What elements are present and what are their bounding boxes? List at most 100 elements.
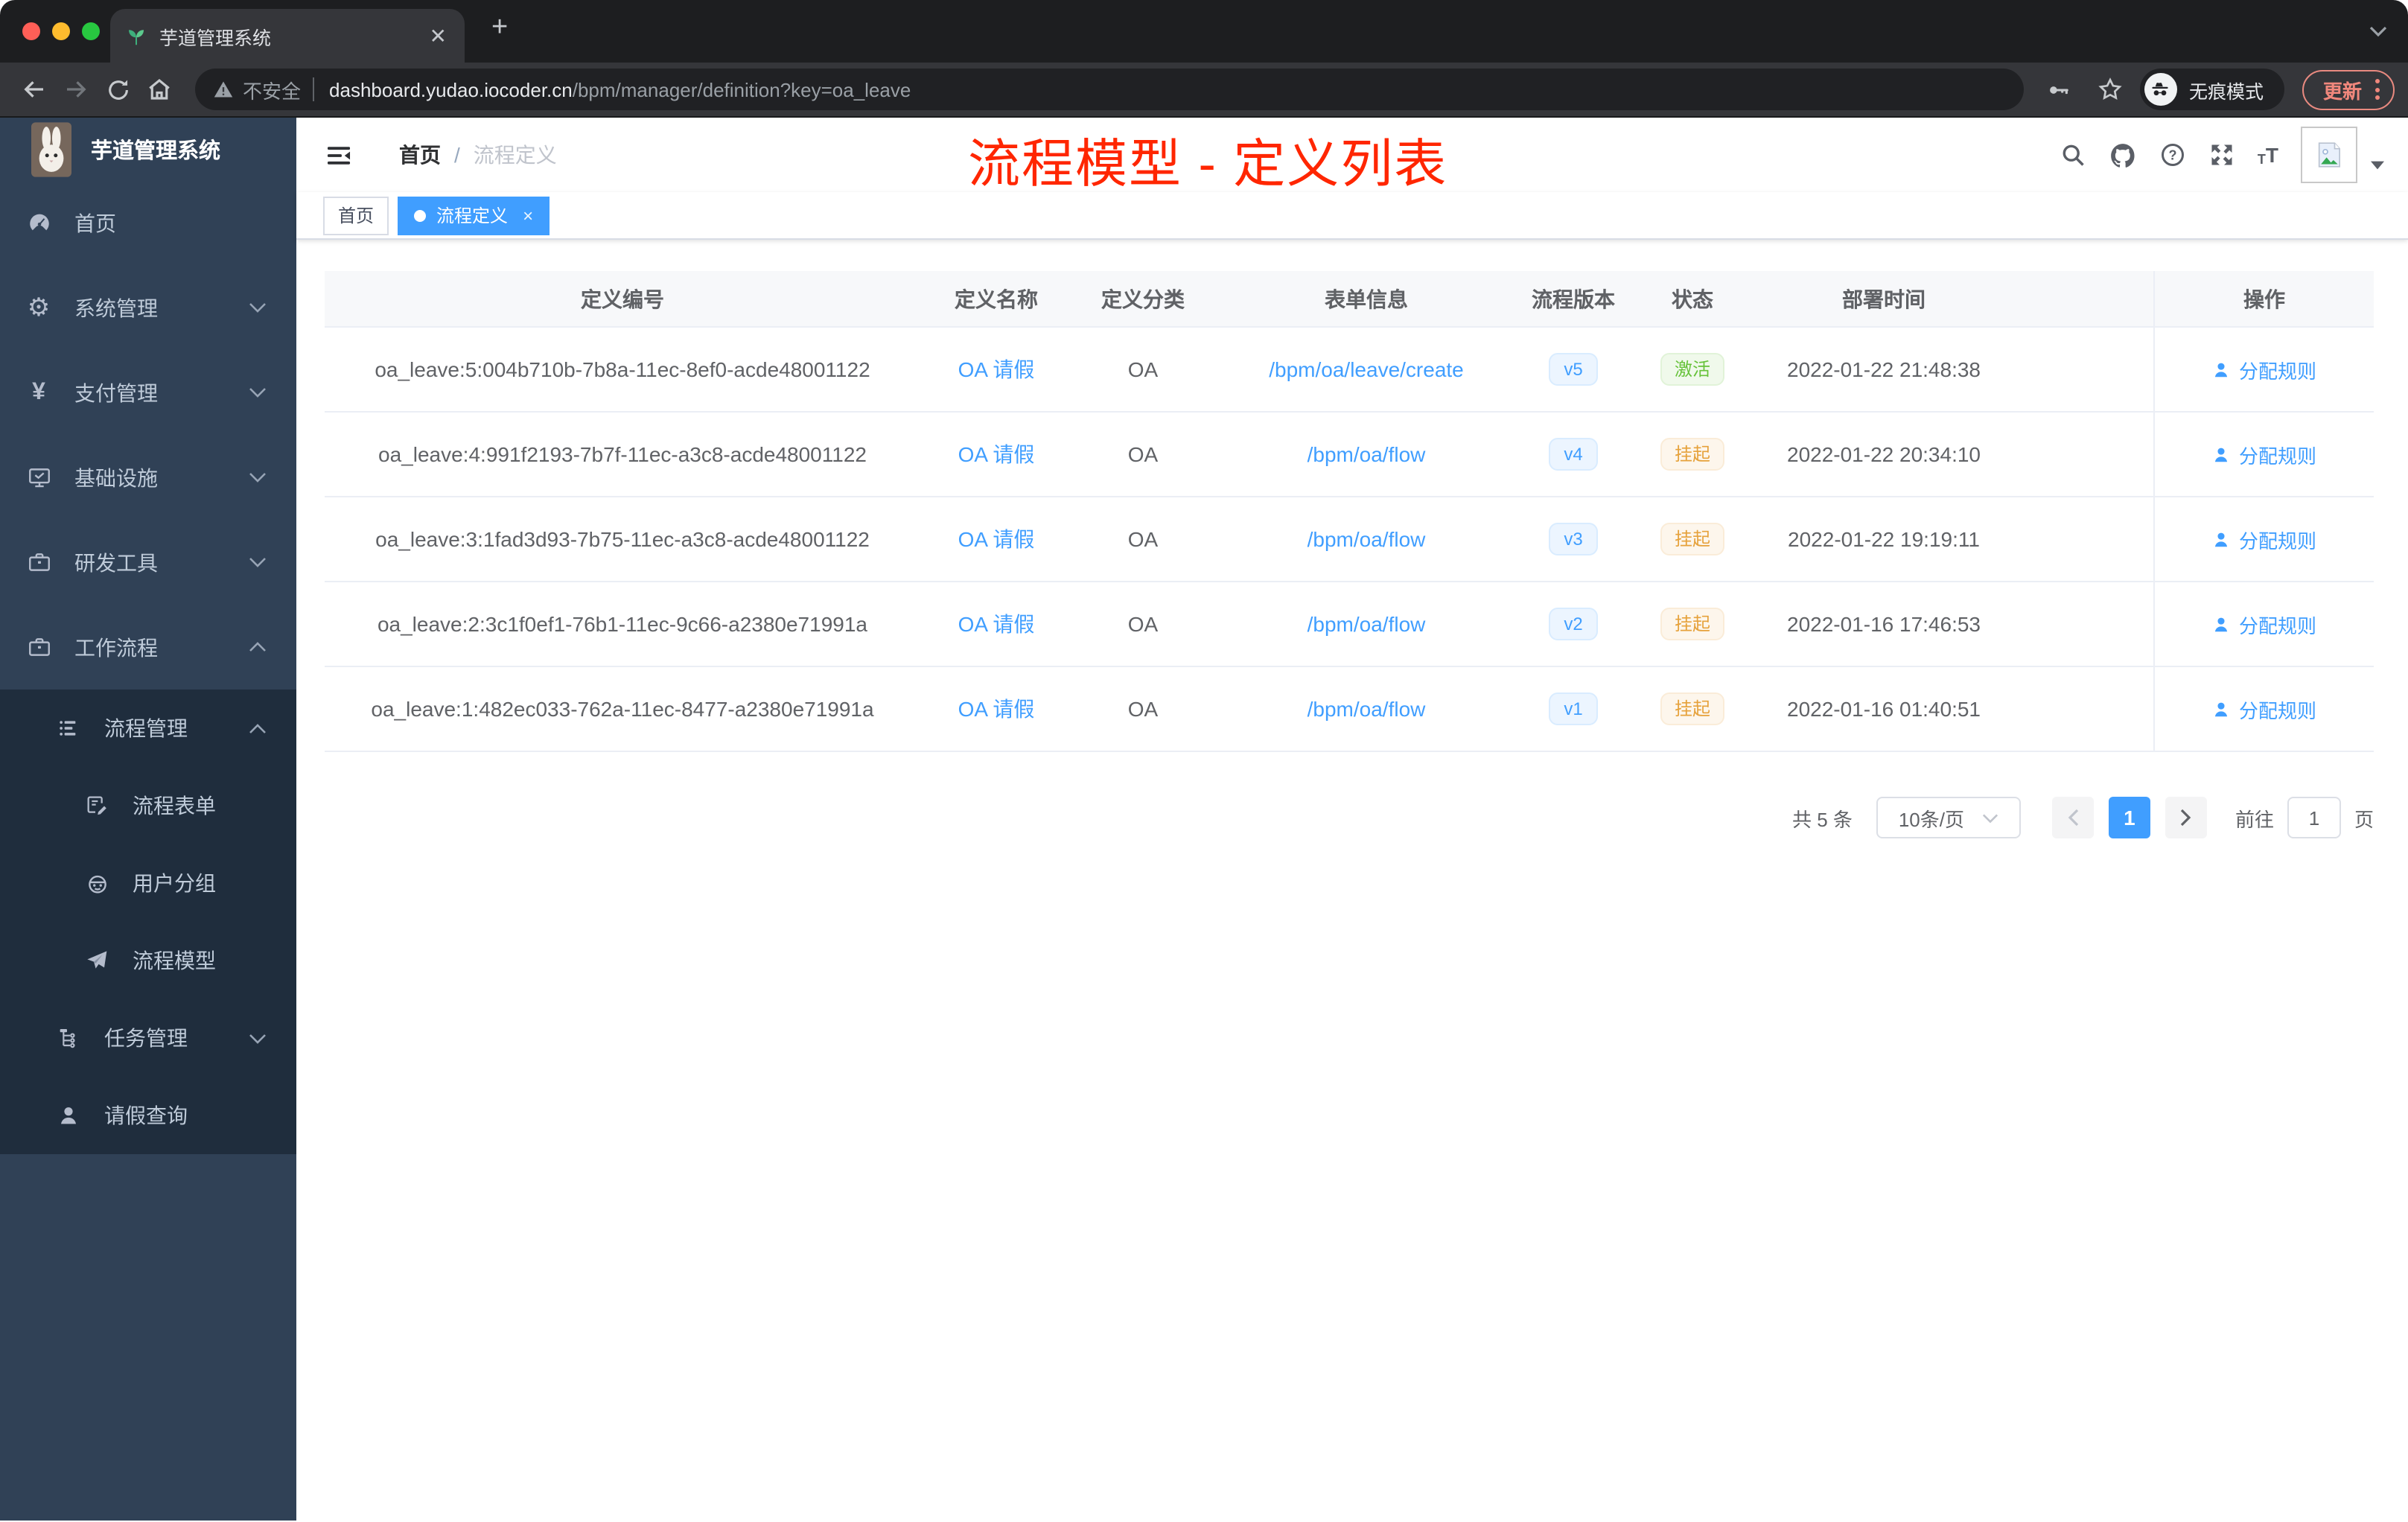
cell-id: oa_leave:4:991f2193-7b7f-11ec-a3c8-acde4… — [325, 413, 920, 496]
font-size-icon[interactable]: TT — [2258, 143, 2278, 167]
tree-icon — [54, 1026, 83, 1050]
definition-name-link[interactable]: OA 请假 — [958, 694, 1035, 724]
definition-name-link[interactable]: OA 请假 — [958, 524, 1035, 554]
browser-tab[interactable]: 芋道管理系统 ✕ — [110, 9, 465, 63]
table-row: oa_leave:4:991f2193-7b7f-11ec-a3c8-acde4… — [325, 413, 2374, 497]
sidebar-collapse-icon[interactable] — [325, 141, 353, 169]
sidebar-item-process-management[interactable]: 流程管理 — [0, 690, 296, 767]
column-header-name: 定义名称 — [955, 287, 1038, 311]
sidebar-item-process-form[interactable]: 流程表单 — [0, 767, 296, 844]
user-icon — [2212, 529, 2232, 549]
form-link[interactable]: /bpm/oa/leave/create — [1269, 357, 1464, 381]
page-size-select[interactable]: 10条/页 — [1876, 797, 2021, 838]
chevron-up-icon — [249, 642, 267, 652]
tag-close-icon[interactable]: × — [523, 205, 533, 226]
action-label: 分配规则 — [2238, 614, 2316, 637]
user-icon — [2212, 445, 2232, 464]
avatar-dropdown-caret-icon[interactable] — [2371, 161, 2384, 170]
status-tag: 激活 — [1660, 353, 1724, 386]
password-key-icon[interactable] — [2039, 69, 2080, 110]
form-link[interactable]: /bpm/oa/flow — [1307, 442, 1426, 466]
reload-icon[interactable] — [97, 69, 138, 110]
form-link[interactable]: /bpm/oa/flow — [1307, 527, 1426, 551]
status-tag: 挂起 — [1660, 608, 1724, 640]
tag-home[interactable]: 首页 — [323, 196, 389, 235]
form-link[interactable]: /bpm/oa/flow — [1307, 697, 1426, 721]
action-label: 分配规则 — [2238, 360, 2316, 382]
sidebar-item-workflow[interactable]: 工作流程 — [0, 605, 296, 690]
cell-version: v5 — [1519, 328, 1628, 411]
sidebar-item-system-management[interactable]: ⚙ 系统管理 — [0, 265, 296, 350]
definition-category: OA — [1127, 527, 1159, 551]
forward-icon[interactable] — [55, 69, 97, 110]
table-row: oa_leave:5:004b710b-7b8a-11ec-8ef0-acde4… — [325, 328, 2374, 413]
broken-image-icon — [2314, 140, 2344, 170]
fullscreen-icon[interactable] — [2208, 141, 2235, 168]
cell-form: /bpm/oa/leave/create — [1214, 328, 1519, 411]
back-icon[interactable] — [13, 69, 55, 110]
sidebar-item-label: 支付管理 — [74, 380, 158, 404]
cell-category: OA — [1072, 413, 1214, 496]
definition-name-link[interactable]: OA 请假 — [958, 609, 1035, 639]
url-bar[interactable]: 不安全 dashboard.yudao.iocoder.cn /bpm/mana… — [195, 69, 2024, 110]
form-link[interactable]: /bpm/oa/flow — [1307, 612, 1426, 636]
column-header-spacer — [2010, 271, 2153, 326]
bookmark-star-icon[interactable] — [2089, 69, 2131, 110]
definition-category: OA — [1127, 357, 1159, 381]
minimize-window-button[interactable] — [52, 22, 70, 40]
current-page-button[interactable]: 1 — [2108, 797, 2150, 838]
sidebar-item-payment-management[interactable]: ¥ 支付管理 — [0, 350, 296, 435]
cell-spacer — [2010, 413, 2153, 496]
cell-status: 挂起 — [1628, 667, 1757, 751]
tag-process-definition[interactable]: 流程定义 × — [398, 196, 550, 235]
sidebar-item-leave-query[interactable]: 请假查询 — [0, 1077, 296, 1154]
cell-spacer — [2010, 497, 2153, 581]
sidebar-item-process-model[interactable]: 流程模型 — [0, 922, 296, 999]
assign-rules-link[interactable]: 分配规则 — [2212, 695, 2316, 723]
assign-rules-link[interactable]: 分配规则 — [2212, 525, 2316, 553]
home-icon[interactable] — [138, 69, 180, 110]
new-tab-button[interactable]: + — [491, 12, 508, 45]
gear-icon: ⚙ — [27, 293, 51, 322]
definition-name-link[interactable]: OA 请假 — [958, 354, 1035, 384]
sidebar-item-home[interactable]: 首页 — [0, 180, 296, 265]
sidebar-item-dev-tools[interactable]: 研发工具 — [0, 520, 296, 605]
search-icon[interactable] — [2060, 141, 2086, 168]
browser-menu-dots-icon[interactable] — [2375, 79, 2380, 100]
sidebar-logo-row[interactable]: 芋道管理系统 — [0, 118, 296, 180]
definition-name-link[interactable]: OA 请假 — [958, 439, 1035, 469]
column-header-version: 流程版本 — [1532, 287, 1615, 311]
security-label[interactable]: 不安全 — [243, 75, 301, 104]
tab-search-chevron-icon[interactable] — [2369, 25, 2387, 37]
cell-time: 2022-01-22 21:48:38 — [1757, 328, 2010, 411]
browser-update-button[interactable]: 更新 — [2302, 69, 2395, 109]
next-page-button[interactable] — [2165, 797, 2207, 838]
assign-rules-link[interactable]: 分配规则 — [2212, 610, 2316, 638]
pagination-goto: 前往 页 — [2235, 797, 2374, 838]
sidebar-item-infrastructure[interactable]: 基础设施 — [0, 435, 296, 520]
breadcrumb-separator: / — [454, 143, 460, 167]
breadcrumb-home[interactable]: 首页 — [399, 140, 441, 170]
sidebar-item-user-group[interactable]: 用户分组 — [0, 844, 296, 922]
tab-close-icon[interactable]: ✕ — [427, 25, 450, 46]
help-icon[interactable]: ? — [2159, 141, 2186, 168]
cell-name: OA 请假 — [920, 497, 1072, 581]
assign-rules-link[interactable]: 分配规则 — [2212, 440, 2316, 468]
sidebar-item-task-management[interactable]: 任务管理 — [0, 999, 296, 1077]
zoom-window-button[interactable] — [82, 22, 100, 40]
window-controls — [22, 22, 100, 40]
goto-page-input[interactable] — [2287, 797, 2341, 838]
sidebar-item-label: 流程表单 — [133, 794, 216, 818]
user-avatar[interactable] — [2301, 127, 2357, 183]
pagination-total: 共 5 条 — [1792, 808, 1853, 830]
github-icon[interactable] — [2109, 141, 2137, 169]
assign-rules-link[interactable]: 分配规则 — [2212, 355, 2316, 383]
table-header-row: 定义编号 定义名称 定义分类 表单信息 流程版本 状态 部署时间 操作 — [325, 271, 2374, 328]
close-window-button[interactable] — [22, 22, 40, 40]
cell-id: oa_leave:1:482ec033-762a-11ec-8477-a2380… — [325, 667, 920, 751]
browser-tabstrip: 芋道管理系统 ✕ + — [0, 0, 2408, 63]
sidebar-item-label: 流程模型 — [133, 949, 216, 972]
briefcase-icon — [24, 634, 54, 660]
cell-category: OA — [1072, 328, 1214, 411]
prev-page-button[interactable] — [2051, 797, 2094, 838]
